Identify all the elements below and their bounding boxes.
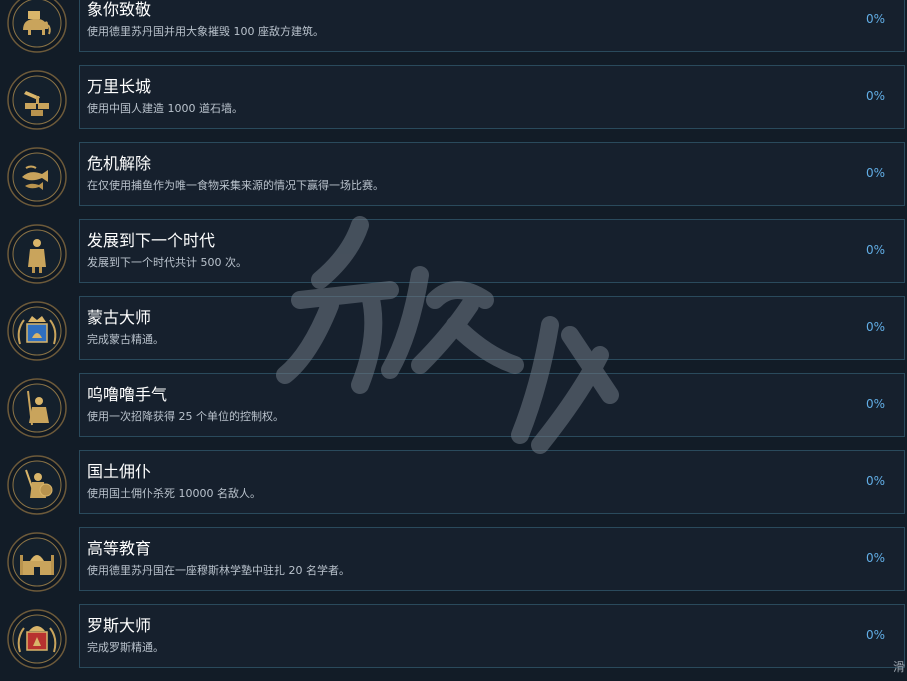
achievement-card: 高等教育 使用德里苏丹国在一座穆斯林学塾中驻扎 20 名学者。 0% [79, 527, 905, 591]
achievement-card: 罗斯大师 完成罗斯精通。 0% [79, 604, 905, 668]
achievement-description: 完成罗斯精通。 [87, 641, 164, 654]
achievement-title: 高等教育 [87, 539, 152, 558]
achievement-progress: 0% [865, 320, 885, 334]
achievement-progress: 0% [865, 166, 885, 180]
rus-emblem-icon [6, 608, 68, 670]
achievement-row[interactable]: 高等教育 使用德里苏丹国在一座穆斯林学塾中驻扎 20 名学者。 0% [0, 527, 907, 593]
achievement-row[interactable]: 呜噜噜手气 使用一次招降获得 25 个单位的控制权。 0% [0, 373, 907, 439]
achievement-row[interactable]: 蒙古大师 完成蒙古精通。 0% [0, 296, 907, 362]
achievement-row[interactable]: 国土佣仆 使用国土佣仆杀死 10000 名敌人。 0% [0, 450, 907, 516]
achievement-title: 国土佣仆 [87, 462, 152, 481]
achievement-title: 蒙古大师 [87, 308, 152, 327]
achievement-description: 使用一次招降获得 25 个单位的控制权。 [87, 410, 284, 423]
achievement-progress: 0% [865, 551, 885, 565]
achievement-description: 使用德里苏丹国并用大象摧毁 100 座敌方建筑。 [87, 25, 324, 38]
achievement-card: 呜噜噜手气 使用一次招降获得 25 个单位的控制权。 0% [79, 373, 905, 437]
mongol-emblem-icon [6, 300, 68, 362]
monk-icon [6, 377, 68, 439]
achievement-progress: 0% [865, 243, 885, 257]
achievement-card: 蒙古大师 完成蒙古精通。 0% [79, 296, 905, 360]
achievement-row[interactable]: 危机解除 在仅使用捕鱼作为唯一食物采集来源的情况下赢得一场比赛。 0% [0, 142, 907, 208]
achievement-progress: 0% [865, 89, 885, 103]
achievement-description: 完成蒙古精通。 [87, 333, 164, 346]
elephant-icon [6, 0, 68, 54]
achievement-description: 使用德里苏丹国在一座穆斯林学塾中驻扎 20 名学者。 [87, 564, 350, 577]
achievement-row[interactable]: 罗斯大师 完成罗斯精通。 0% [0, 604, 907, 670]
achievement-progress: 0% [865, 628, 885, 642]
achievement-title: 象你致敬 [87, 0, 152, 19]
achievement-card: 危机解除 在仅使用捕鱼作为唯一食物采集来源的情况下赢得一场比赛。 0% [79, 142, 905, 206]
achievement-progress: 0% [865, 12, 885, 26]
achievement-row[interactable]: 象你致敬 使用德里苏丹国并用大象摧毁 100 座敌方建筑。 0% [0, 0, 907, 54]
achievement-title: 发展到下一个时代 [87, 231, 216, 250]
achievement-title: 罗斯大师 [87, 616, 152, 635]
achievement-card: 万里长城 使用中国人建造 1000 道石墙。 0% [79, 65, 905, 129]
achievement-card: 象你致敬 使用德里苏丹国并用大象摧毁 100 座敌方建筑。 0% [79, 0, 905, 52]
corner-text: 滑 [893, 660, 906, 674]
swordsman-icon [6, 454, 68, 516]
achievement-card: 发展到下一个时代 发展到下一个时代共计 500 次。 0% [79, 219, 905, 283]
wall-icon [6, 69, 68, 131]
achievement-description: 在仅使用捕鱼作为唯一食物采集来源的情况下赢得一场比赛。 [87, 179, 384, 192]
achievement-row[interactable]: 发展到下一个时代 发展到下一个时代共计 500 次。 0% [0, 219, 907, 285]
achievement-description: 发展到下一个时代共计 500 次。 [87, 256, 247, 269]
achievement-card: 国土佣仆 使用国土佣仆杀死 10000 名敌人。 0% [79, 450, 905, 514]
achievement-progress: 0% [865, 474, 885, 488]
achievement-title: 万里长城 [87, 77, 152, 96]
fish-icon [6, 146, 68, 208]
achievement-row[interactable]: 万里长城 使用中国人建造 1000 道石墙。 0% [0, 65, 907, 131]
achievement-progress: 0% [865, 397, 885, 411]
achievement-title: 危机解除 [87, 154, 152, 173]
madrasa-icon [6, 531, 68, 593]
achievement-description: 使用国土佣仆杀死 10000 名敌人。 [87, 487, 261, 500]
villager-icon [6, 223, 68, 285]
achievement-list: 象你致敬 使用德里苏丹国并用大象摧毁 100 座敌方建筑。 0% 万里长城 使用… [0, 0, 907, 681]
achievement-description: 使用中国人建造 1000 道石墙。 [87, 102, 243, 115]
achievement-title: 呜噜噜手气 [87, 385, 168, 404]
